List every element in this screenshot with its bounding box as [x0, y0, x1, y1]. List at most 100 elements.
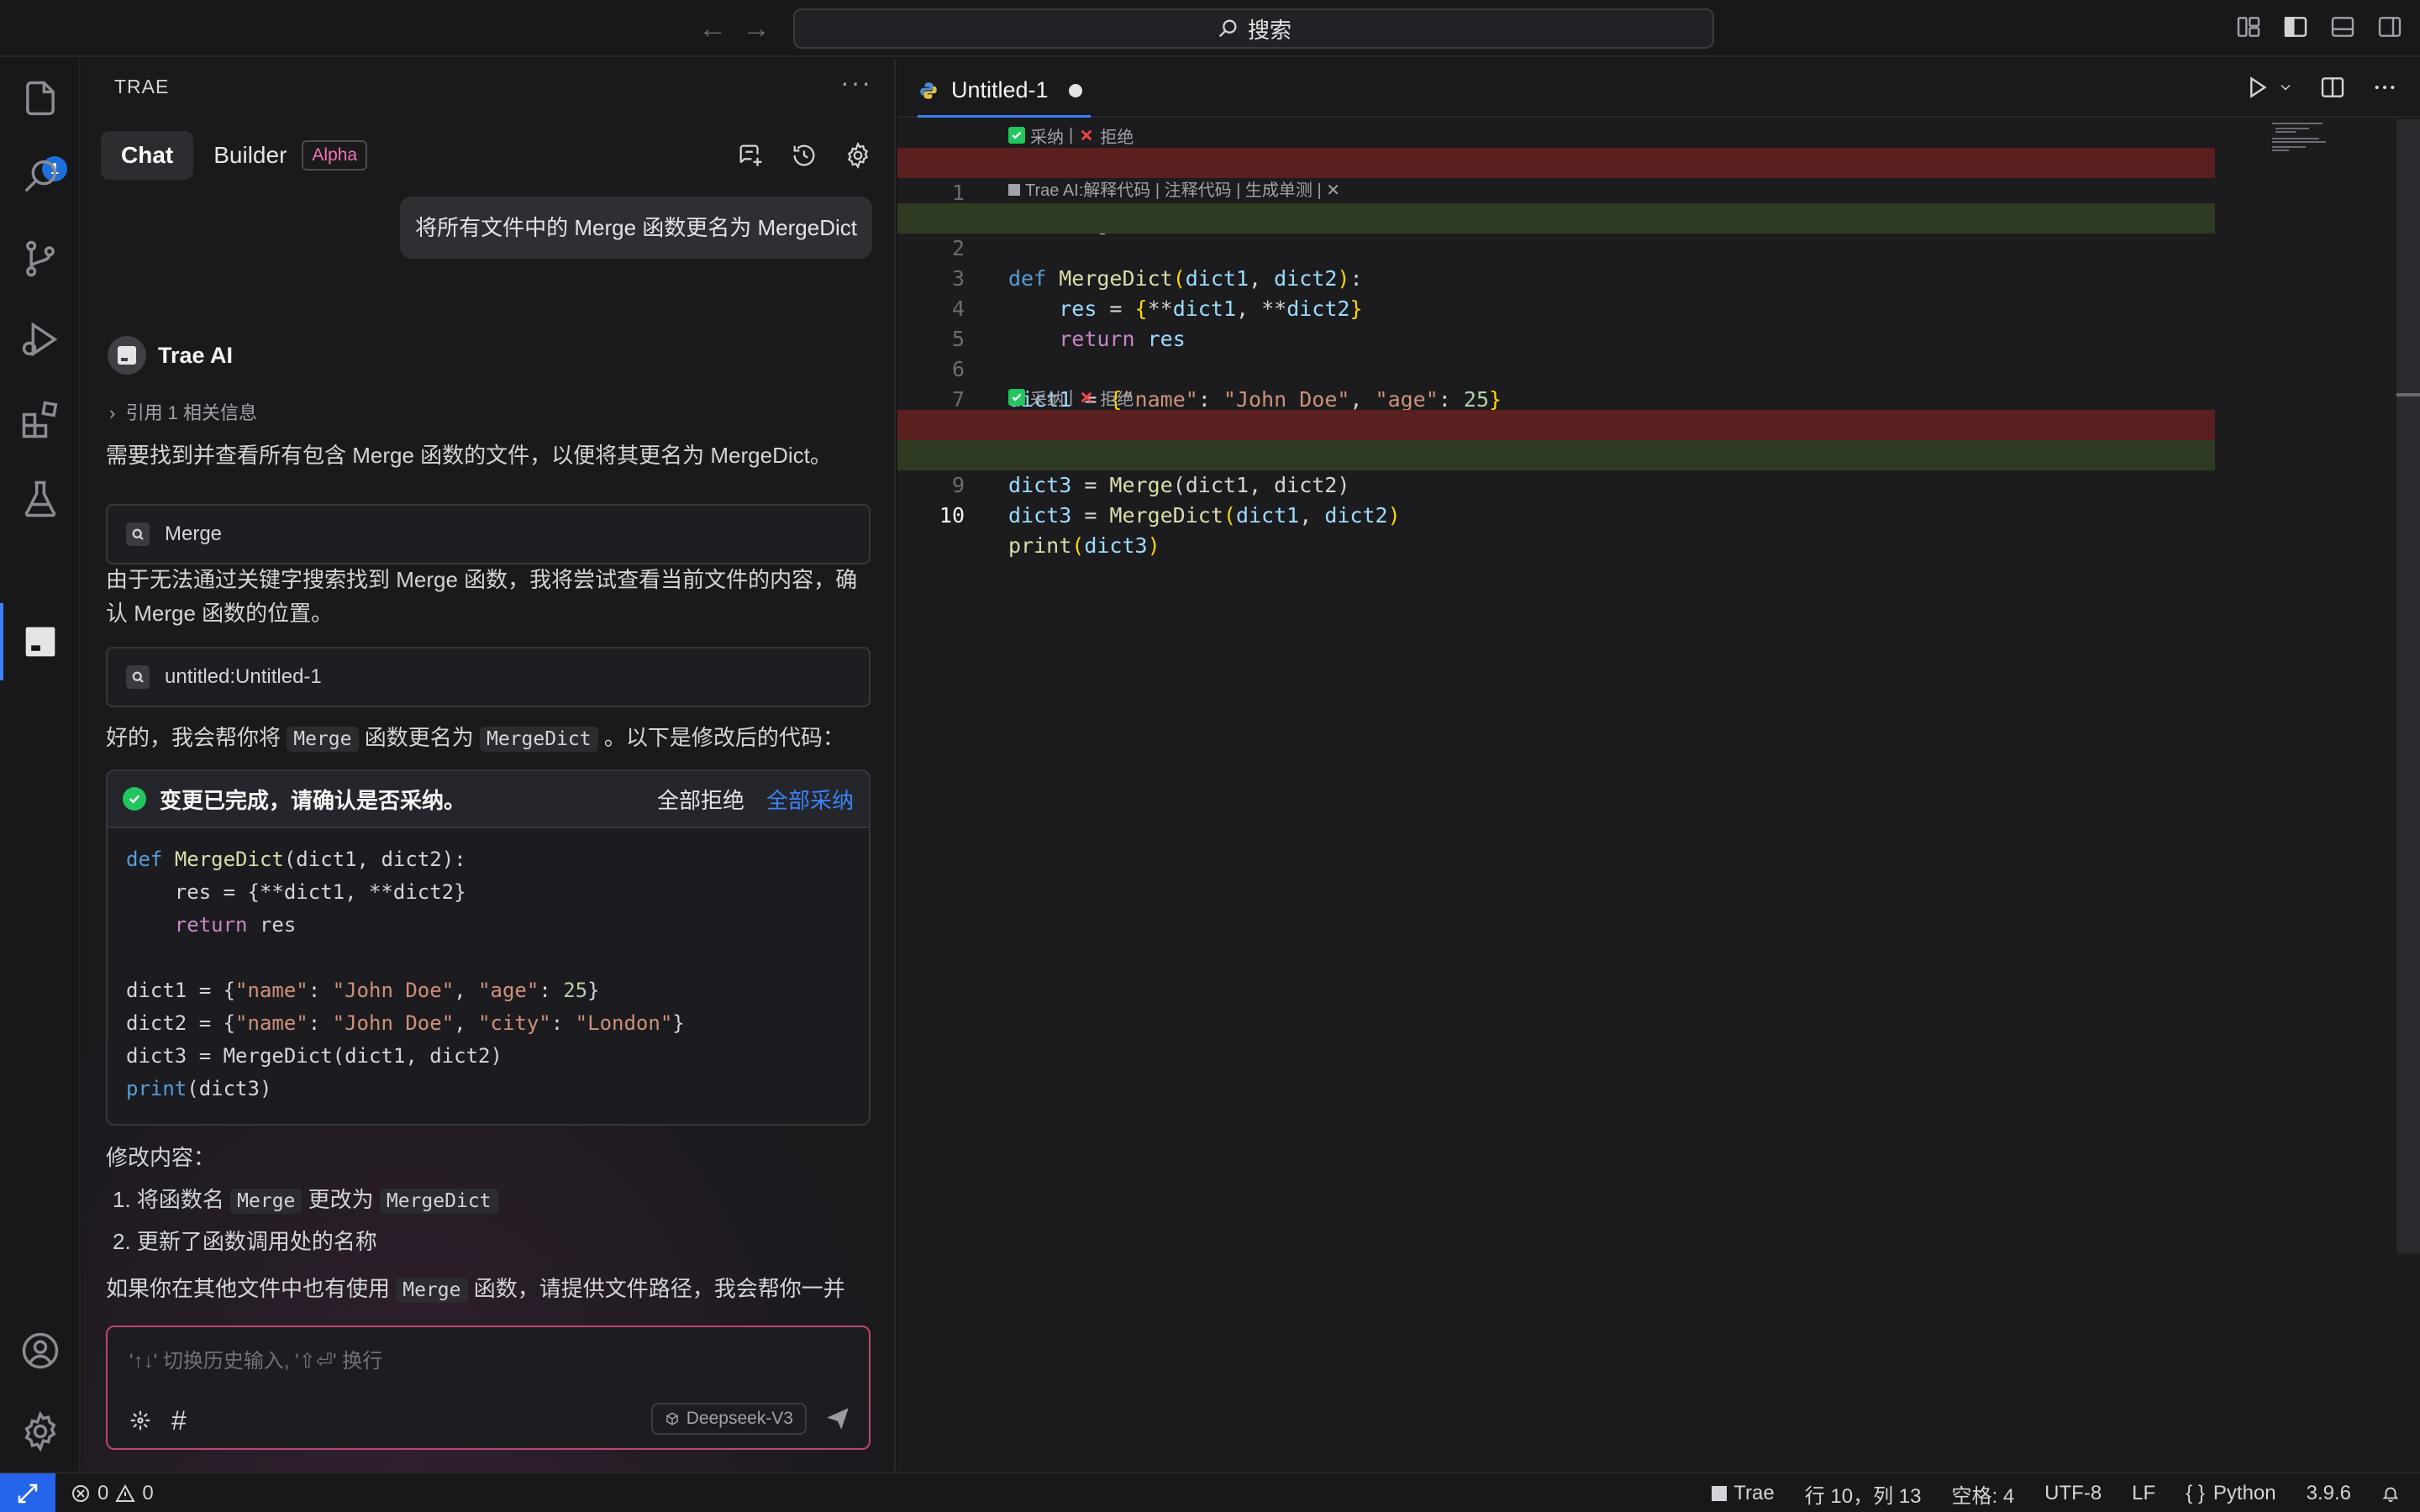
active-view-indicator — [0, 603, 3, 680]
new-chat-icon[interactable] — [736, 141, 765, 170]
customize-layout-icon[interactable] — [2235, 13, 2262, 40]
extensions-button[interactable] — [17, 396, 64, 444]
chat-input-box[interactable]: '↑↓' 切换历史输入, '⇧⏎' 换行 # Deepseek-V3 — [106, 1326, 871, 1450]
ai-chat-panel: TRAE ··· Chat Builder Alpha 将所有文件中的 Merg… — [82, 59, 896, 1472]
citation-label: 引用 1 相关信息 — [125, 402, 258, 423]
unsaved-dot-icon[interactable] — [1068, 83, 1082, 97]
account-button[interactable] — [17, 1327, 64, 1374]
inline-code-merge: Merge — [287, 727, 359, 752]
python-version[interactable]: 3.9.6 — [2307, 1482, 2351, 1505]
braces-icon: { } — [2186, 1482, 2205, 1504]
warning-icon — [115, 1483, 136, 1502]
chat-input-placeholder: '↑↓' 切换历史输入, '⇧⏎' 换行 — [129, 1350, 383, 1373]
trae-ai-button[interactable] — [17, 618, 64, 665]
hash-context-icon[interactable]: # — [171, 1407, 187, 1434]
settings-button[interactable] — [17, 1408, 64, 1455]
history-icon[interactable] — [790, 141, 818, 170]
toggle-primary-sidebar-icon[interactable] — [2282, 13, 2309, 40]
extensions-icon — [22, 401, 58, 438]
change-item-1: 1. 将函数名 Merge 更改为 MergeDict — [113, 1183, 877, 1218]
more-actions-icon[interactable] — [2371, 74, 2398, 101]
code-line-8-deleted: 8 dict3 = Merge(dict1, dict2) — [897, 410, 2215, 497]
remote-indicator[interactable] — [0, 1473, 55, 1512]
minimap[interactable] — [2269, 119, 2370, 170]
inline-diff-actions-1: 采纳 | 拒绝 — [1008, 123, 1134, 148]
close-icon — [1078, 389, 1095, 406]
chevron-down-icon[interactable] — [2277, 79, 2294, 96]
explorer-button[interactable] — [17, 76, 64, 123]
reject-change-button[interactable]: 拒绝 — [1100, 386, 1134, 410]
tab-builder[interactable]: Builder — [205, 131, 295, 180]
gear-icon[interactable] — [844, 141, 872, 170]
ai-code-hint[interactable]: Trae AI:解释代码 | 注释代码 | 生成单测 | ✕ — [1008, 176, 1340, 202]
accept-change-button[interactable]: 采纳 — [1030, 386, 1064, 410]
testing-button[interactable] — [17, 475, 64, 522]
bell-icon[interactable] — [2381, 1484, 2400, 1503]
editor-tab-bar: Untitled-1 — [897, 59, 2420, 118]
trae-ide-window: ← → 搜索 1 TRAE ··· Chat Builder Alpha 将所有… — [0, 0, 2420, 1512]
check-icon — [1008, 389, 1025, 406]
error-icon — [72, 1485, 89, 1502]
reject-change-button[interactable]: 拒绝 — [1100, 123, 1134, 148]
ai-paragraph-3: 好的，我会帮你将 Merge 函数更名为 MergeDict 。以下是修改后的代… — [106, 721, 871, 756]
search-result-card-1[interactable]: Merge — [106, 504, 871, 564]
editor-scrollbar[interactable] — [2396, 119, 2420, 1253]
debug-icon — [22, 322, 58, 357]
activity-bar: 1 — [0, 59, 81, 1472]
tab-untitled-1[interactable]: Untitled-1 — [918, 66, 1091, 118]
gear-icon — [24, 1410, 56, 1452]
search-view-button[interactable] — [17, 153, 64, 200]
search-result-card-2[interactable]: untitled:Untitled-1 — [106, 647, 871, 707]
run-debug-button[interactable] — [17, 316, 64, 363]
code-line-2-added: 2 def MergeDict(dict1, dict2): — [897, 203, 2215, 291]
code-line-9-added: 9 dict3 = MergeDict(dict1, dict2) — [897, 440, 2215, 528]
code-line-1-deleted: 1 def Merge (dict1, dict2): — [897, 148, 2215, 235]
split-editor-icon[interactable] — [2319, 74, 2346, 101]
check-circle-icon — [123, 787, 146, 811]
para4-text-a: 如果你在其他文件中也有使用 — [106, 1276, 391, 1301]
ai-paragraph-4: 如果你在其他文件中也有使用 Merge 函数，请提供文件路径，我会帮你一并 — [106, 1272, 871, 1307]
indentation[interactable]: 空格: 4 — [1951, 1479, 2014, 1509]
command-search-bar[interactable]: 搜索 — [793, 8, 1714, 49]
model-selector[interactable]: Deepseek-V3 — [650, 1403, 807, 1435]
para4-text-b: 函数，请提供文件路径，我会帮你一并 — [473, 1276, 845, 1301]
search-query-1: Merge — [165, 522, 223, 545]
trae-logo-icon — [1712, 1486, 1728, 1501]
code-line-10: 10 print(dict3) — [897, 470, 2215, 558]
back-arrow-icon[interactable]: ← — [696, 12, 729, 45]
more-actions-icon[interactable]: ··· — [840, 67, 872, 98]
tab-chat[interactable]: Chat — [101, 131, 194, 180]
run-icon[interactable] — [2244, 74, 2270, 101]
code-line-3: 3 res = {**dict1, **dict2} — [897, 234, 2215, 321]
toggle-panel-icon[interactable] — [2329, 13, 2356, 40]
sparkle-icon[interactable] — [128, 1408, 153, 1433]
accept-change-button[interactable]: 采纳 — [1030, 123, 1064, 148]
modified-code-block[interactable]: def MergeDict(dict1, dict2): res = {**di… — [108, 828, 869, 1121]
problems-indicator[interactable]: 0 0 — [71, 1473, 154, 1512]
ai-paragraph-2: 由于无法通过关键字搜索找到 Merge 函数，我将尝试查看当前文件的内容，确认 … — [106, 567, 858, 626]
cursor-position[interactable]: 行 10，列 13 — [1805, 1479, 1922, 1509]
codelens-separator: | — [1069, 125, 1074, 144]
inline-code-merge: Merge — [396, 1278, 468, 1303]
forward-arrow-icon[interactable]: → — [739, 12, 773, 45]
send-icon[interactable] — [823, 1404, 852, 1433]
trae-logo-icon — [25, 627, 55, 657]
source-control-button[interactable] — [17, 235, 64, 282]
status-bar: 0 0 Trae 行 10，列 13 空格: 4 UTF-8 LF { } Pyt… — [0, 1472, 2420, 1512]
language-mode[interactable]: { } Python — [2186, 1482, 2275, 1505]
citation-toggle[interactable]: › 引用 1 相关信息 — [109, 398, 257, 425]
change-status-message: 变更已完成，请确认是否采纳。 — [160, 787, 466, 813]
inline-code-mergedict: MergeDict — [379, 1189, 498, 1214]
trae-status-item[interactable]: Trae — [1712, 1482, 1775, 1505]
alpha-badge: Alpha — [302, 140, 368, 171]
end-of-line[interactable]: LF — [2132, 1482, 2155, 1505]
encoding[interactable]: UTF-8 — [2044, 1482, 2102, 1505]
code-editor: Untitled-1 采纳 | 拒绝 1 def Merge (dict — [897, 59, 2420, 1472]
trae-logo-icon — [1008, 184, 1020, 196]
reject-all-button[interactable]: 全部拒绝 — [657, 784, 744, 815]
accept-all-button[interactable]: 全部采纳 — [766, 784, 854, 815]
para3-text-a: 好的，我会帮你将 — [106, 725, 281, 750]
panel-title: TRAE — [114, 76, 170, 97]
toggle-secondary-sidebar-icon[interactable] — [2376, 13, 2403, 40]
close-icon — [1078, 127, 1095, 144]
